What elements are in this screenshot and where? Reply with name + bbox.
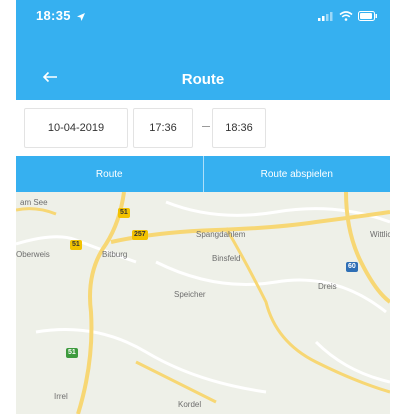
phone-screen: 18:35 Route 10-04-2019 17:36 18:36 Route… [16,0,390,414]
location-arrow-icon [76,9,86,27]
road-shield: 51 [70,240,82,250]
end-time-field[interactable]: 18:36 [212,108,266,148]
date-field[interactable]: 10-04-2019 [24,108,128,148]
map-label-spangdahlem: Spangdahlem [196,230,246,239]
road-shield: 51 [66,348,78,358]
time-range-separator [202,126,210,127]
status-bar: 18:35 [16,0,390,30]
map-view[interactable]: am See Oberweis Bitburg Spangdahlem Bins… [16,192,390,414]
battery-icon [358,8,378,26]
map-label-irrel: Irrel [54,392,68,401]
map-label-bitburg: Bitburg [102,250,128,259]
signal-icon [318,8,334,26]
page-title: Route [181,71,225,88]
tab-route-abspielen[interactable]: Route abspielen [204,156,391,192]
start-time-field[interactable]: 17:36 [133,108,193,148]
road-shield: 257 [132,230,148,240]
map-label-binsfeld: Binsfeld [212,254,241,263]
route-filter-row: 10-04-2019 17:36 18:36 [16,100,390,156]
navigation-bar: Route [16,30,390,100]
tab-route[interactable]: Route [16,156,203,192]
tab-bar: Route Route abspielen [16,156,390,192]
road-shield: 60 [346,262,358,272]
map-label-speicher: Speicher [174,290,206,299]
map-label-dreis: Dreis [318,282,337,291]
wifi-icon [339,8,353,26]
map-label-am-see: am See [20,198,48,207]
map-label-wittlich: Wittlich [370,230,390,239]
map-roads [16,192,390,414]
map-label-oberweis: Oberweis [16,250,50,259]
map-label-kordel: Kordel [178,400,202,409]
status-time: 18:35 [36,8,71,23]
status-icons [318,8,378,26]
road-shield: 51 [118,208,130,218]
